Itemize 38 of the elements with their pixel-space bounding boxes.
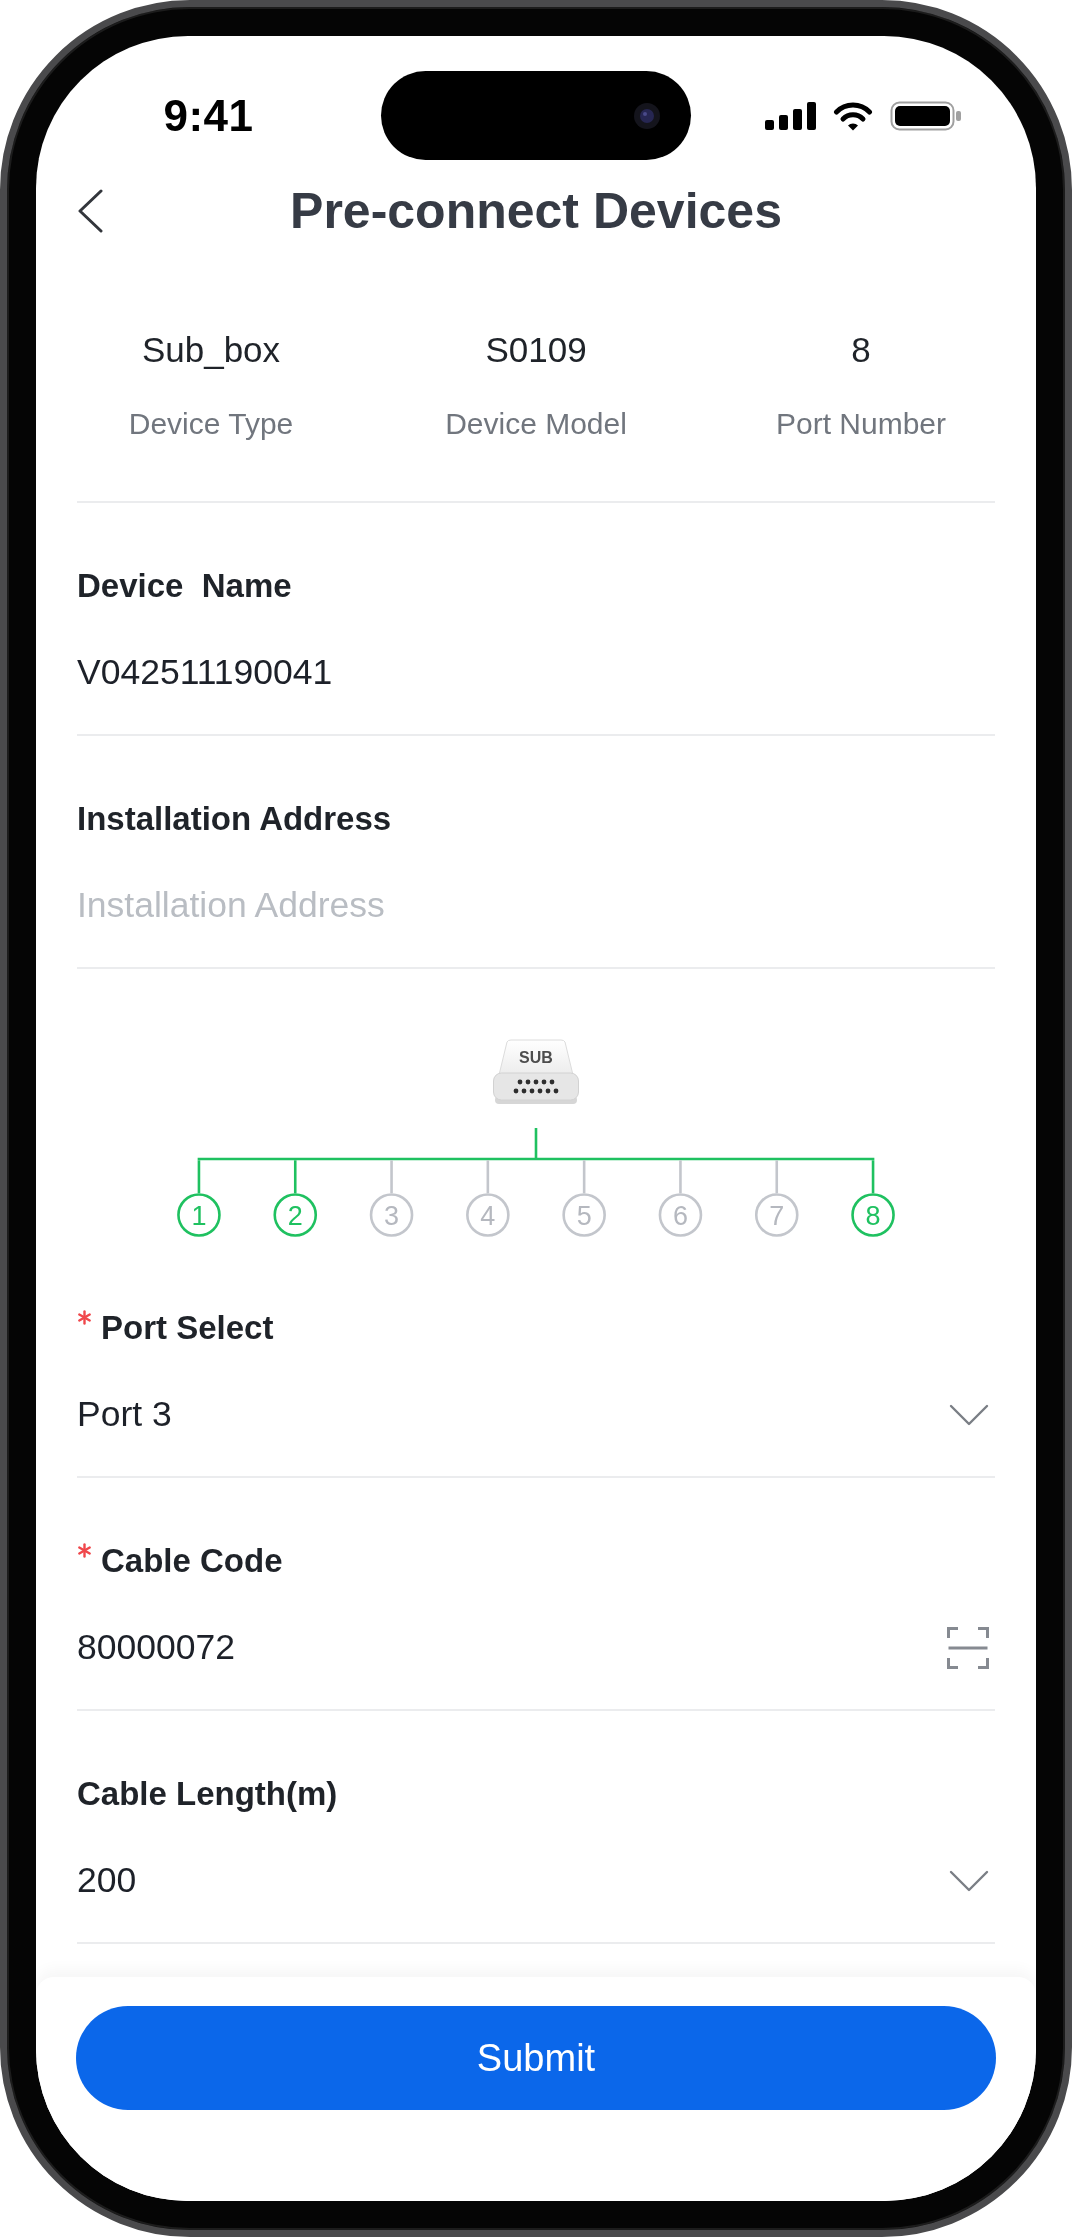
text-field[interactable]: 80000072 xyxy=(77,1625,947,1671)
text-field[interactable]: V042511190041 xyxy=(77,650,995,696)
page-title: Pre-connect Devices xyxy=(290,182,782,241)
status-time: 9:41 xyxy=(163,93,254,138)
field-label: Cable Code xyxy=(101,1541,283,1581)
wifi-icon xyxy=(833,100,873,131)
dropdown-field[interactable]: 200 xyxy=(77,1858,995,1904)
chevron-down-icon xyxy=(949,1870,989,1892)
camera-lens-icon xyxy=(634,102,660,129)
info-label: Device Type xyxy=(127,406,295,442)
field-label: Installation Address xyxy=(77,799,392,839)
field-label: Cable Length(m) xyxy=(77,1774,338,1814)
back-icon[interactable] xyxy=(77,189,103,233)
port-node: 2 xyxy=(273,1193,318,1237)
scan-icon[interactable] xyxy=(947,1627,989,1669)
port-node: 6 xyxy=(658,1193,703,1237)
field-label: Port Select xyxy=(101,1308,274,1348)
connector-box-icon xyxy=(493,1039,579,1104)
info-value: 8 xyxy=(850,329,872,371)
field-label: Device Name xyxy=(77,566,292,606)
chevron-down-icon xyxy=(949,1404,989,1426)
info-label: Port Number xyxy=(774,406,948,442)
signal-icon xyxy=(765,101,816,130)
port-node: 4 xyxy=(466,1193,510,1237)
text-field[interactable]: Installation Address xyxy=(77,883,995,929)
port-node: 8 xyxy=(851,1193,895,1237)
info-value: Sub_box xyxy=(140,329,282,371)
submit-button[interactable]: Submit xyxy=(76,2006,996,2110)
port-node: 3 xyxy=(369,1193,414,1237)
battery-icon xyxy=(890,100,962,131)
info-value: S0109 xyxy=(484,329,588,371)
stem-line xyxy=(534,1128,538,1159)
port-node: 5 xyxy=(562,1193,606,1237)
port-node: 1 xyxy=(177,1193,221,1237)
device-label: SUB xyxy=(519,1049,553,1066)
info-label: Device Model xyxy=(444,406,628,442)
dropdown-field[interactable]: Port 3 xyxy=(77,1392,995,1438)
port-node: 7 xyxy=(754,1193,799,1237)
